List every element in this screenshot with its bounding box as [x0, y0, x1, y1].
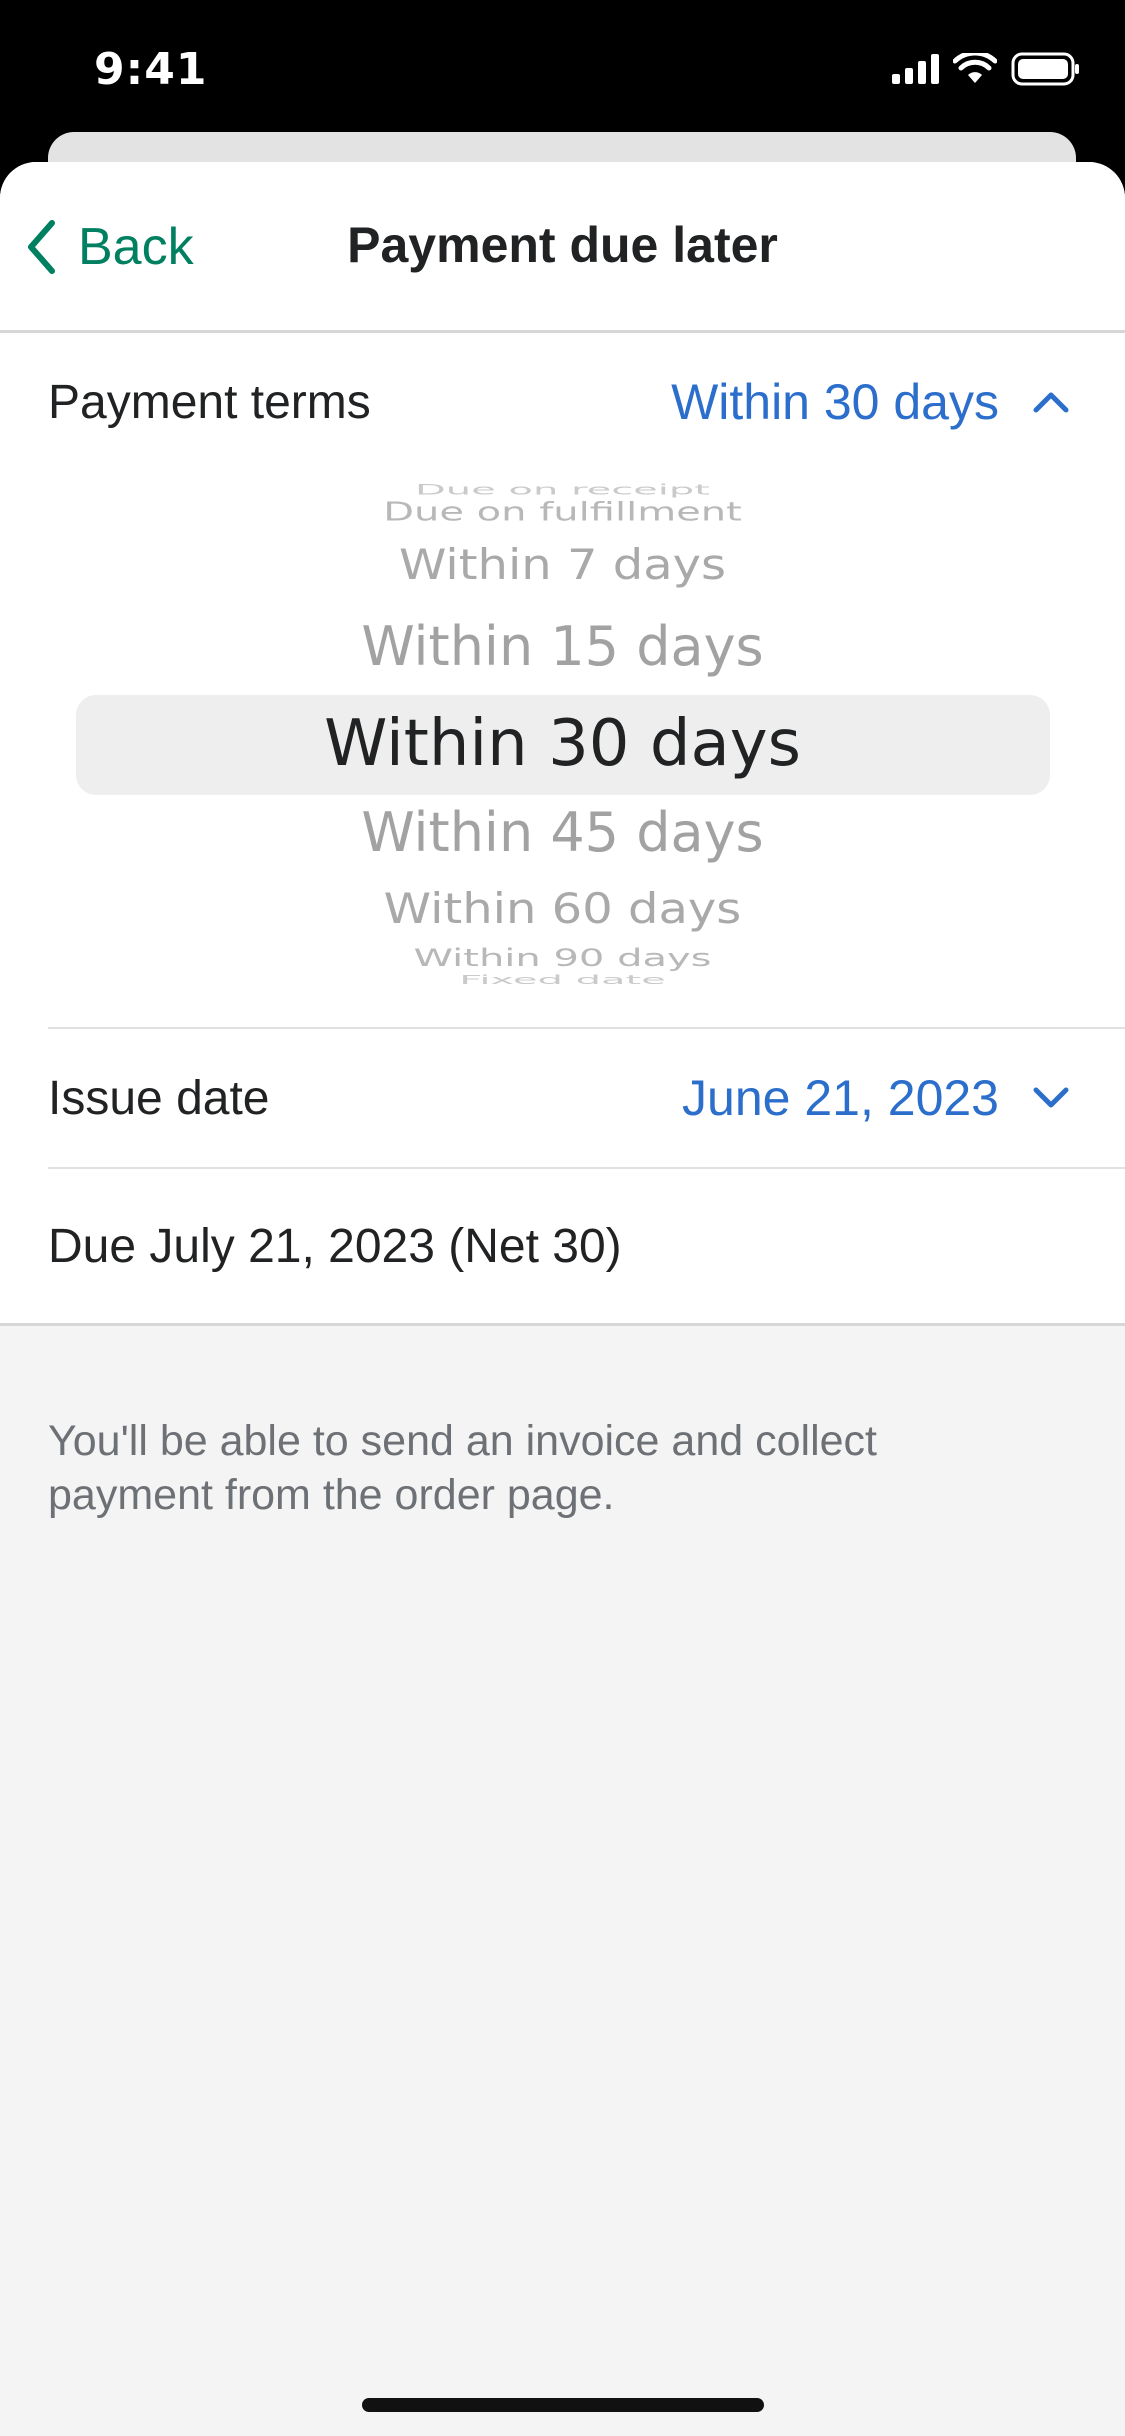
wifi-icon: [953, 53, 997, 83]
picker-option-selected[interactable]: Within 30 days: [0, 707, 1125, 781]
payment-terms-picker[interactable]: Due on receipt Due on fulfillment Within…: [0, 471, 1125, 1027]
due-date-summary: Due July 21, 2023 (Net 30): [0, 1169, 1125, 1323]
status-icons: [892, 52, 1081, 86]
help-text: You'll be able to send an invoice and co…: [48, 1417, 877, 1519]
picker-option[interactable]: Within 60 days: [0, 884, 1125, 933]
payment-terms-value: Within 30 days: [671, 374, 999, 430]
picker-option[interactable]: Within 90 days: [0, 944, 1125, 972]
page-title: Payment due later: [347, 217, 778, 273]
payment-settings: Payment terms Within 30 days Due on rece…: [0, 333, 1125, 1326]
picker-option[interactable]: Within 45 days: [0, 801, 1125, 864]
payment-sheet: Back Payment due later Payment terms Wit…: [0, 162, 1125, 2436]
payment-terms-toggle[interactable]: Within 30 days: [671, 333, 1069, 471]
picker-option[interactable]: Due on fulfillment: [0, 497, 1125, 527]
due-date-text: Due July 21, 2023 (Net 30): [48, 1219, 622, 1273]
issue-date-row[interactable]: Issue date June 21, 2023: [0, 1029, 1125, 1167]
cellular-signal-icon: [892, 54, 939, 84]
battery-icon: [1011, 52, 1079, 86]
status-time: 9:41: [94, 44, 208, 95]
picker-option[interactable]: Fixed date: [0, 973, 1125, 987]
status-bar: 9:41: [0, 0, 1125, 140]
payment-terms-label: Payment terms: [48, 375, 371, 429]
chevron-down-icon: [1033, 1087, 1069, 1108]
issue-date-label: Issue date: [48, 1071, 270, 1125]
picker-option[interactable]: Due on receipt: [0, 482, 1125, 498]
picker-option[interactable]: Within 15 days: [0, 615, 1125, 678]
issue-date-value: June 21, 2023: [682, 1070, 999, 1126]
picker-option[interactable]: Within 7 days: [0, 540, 1125, 589]
chevron-up-icon: [1033, 392, 1069, 413]
issue-date-toggle[interactable]: June 21, 2023: [682, 1029, 1069, 1167]
navigation-bar: Back Payment due later: [0, 162, 1125, 333]
home-indicator: [362, 2398, 764, 2412]
payment-terms-row[interactable]: Payment terms Within 30 days: [0, 333, 1125, 471]
